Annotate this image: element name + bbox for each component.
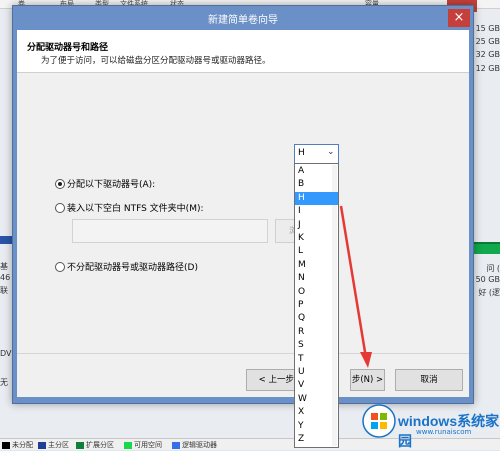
drive-letter-option-label: N — [298, 273, 305, 284]
drive-letter-option-i[interactable]: I — [295, 205, 338, 218]
dialog-content: 分配驱动器号和路径 为了便于访问，可以给磁盘分区分配驱动器号或驱动器路径。 分配… — [17, 30, 469, 397]
no-drive-letter-label[interactable]: 不分配驱动器号或驱动器路径(D) — [67, 260, 198, 273]
size-cell: 32 GB — [475, 50, 500, 59]
close-button[interactable]: × — [448, 9, 470, 27]
drive-letter-option-r[interactable]: R — [295, 326, 338, 339]
windows-logo-icon — [362, 404, 396, 438]
folder-path-input — [72, 219, 268, 243]
new-simple-volume-wizard: 新建简单卷向导 × 分配驱动器号和路径 为了便于访问，可以给磁盘分区分配驱动器号… — [12, 5, 474, 404]
partition-label: 好 (逻 — [478, 288, 500, 297]
drive-letter-option-label: V — [298, 380, 305, 391]
drive-letter-option-w[interactable]: W — [295, 393, 338, 406]
drive-letter-option-l[interactable]: L — [295, 245, 338, 258]
wizard-step-description: 为了便于访问，可以给磁盘分区分配驱动器号或驱动器路径。 — [41, 56, 271, 66]
dialog-title: 新建简单卷向导 — [208, 15, 278, 26]
drive-letter-option-label: A — [298, 166, 305, 176]
drive-letter-option-label: O — [298, 286, 306, 297]
drive-letter-option-label: S — [298, 340, 304, 351]
drive-letter-option-label: I — [298, 206, 301, 217]
wizard-step-title: 分配驱动器号和路径 — [27, 43, 109, 53]
drive-letter-option-a[interactable]: A — [295, 165, 338, 178]
partition-label: 50 GB — [475, 275, 500, 284]
drive-letter-dropdown: ABHIJKLMNOPQRSTUVWXYZ — [294, 163, 339, 448]
drive-letter-select[interactable]: H ⌄ — [294, 144, 339, 164]
partition-label: 问 ( — [486, 264, 500, 273]
disk-label: DV — [0, 349, 12, 358]
drive-letter-option-j[interactable]: J — [295, 219, 338, 232]
watermark-logo: windows系统家园 www.runaiscom — [360, 400, 500, 449]
drive-letter-option-k[interactable]: K — [295, 232, 338, 245]
drive-letter-option-y[interactable]: Y — [295, 420, 338, 433]
drive-letter-option-label: X — [298, 407, 305, 418]
drive-letter-option-label: Q — [298, 313, 306, 324]
disk-label: 联 — [0, 286, 8, 295]
assign-drive-letter-label[interactable]: 分配以下驱动器号(A): — [67, 177, 155, 190]
drive-letter-option-label: Z — [298, 434, 305, 444]
drive-letter-option-h[interactable]: H — [295, 191, 338, 205]
drive-letter-option-m[interactable]: M — [295, 259, 338, 272]
drive-letter-option-v[interactable]: V — [295, 379, 338, 392]
drive-letter-option-label: Y — [298, 420, 304, 431]
size-cell: 12 GB — [475, 64, 500, 73]
drive-letter-option-b[interactable]: B — [295, 178, 338, 191]
drive-letter-value: H — [298, 148, 305, 158]
drive-letter-option-label: W — [298, 393, 307, 404]
disk-label: 基 — [0, 262, 8, 271]
footer-divider — [17, 353, 469, 354]
drive-letter-option-n[interactable]: N — [295, 272, 338, 285]
mount-folder-radio[interactable] — [55, 203, 65, 213]
drive-letter-option-t[interactable]: T — [295, 353, 338, 366]
drive-letter-option-label: B — [298, 179, 305, 190]
size-cell: 15 GB — [475, 24, 500, 33]
drive-letter-option-label: J — [298, 219, 301, 230]
drive-letter-option-z[interactable]: Z — [295, 433, 338, 446]
drive-letter-option-s[interactable]: S — [295, 339, 338, 352]
disk-label: 无 — [0, 378, 8, 387]
cancel-button[interactable]: 取消 — [395, 369, 463, 391]
watermark-url: www.runaiscom — [416, 428, 472, 436]
no-drive-letter-radio[interactable] — [55, 262, 65, 272]
drive-letter-option-label: R — [298, 326, 305, 337]
drive-letter-option-label: L — [298, 246, 304, 257]
size-cell: 25 GB — [475, 37, 500, 46]
mount-folder-label[interactable]: 装入以下空白 NTFS 文件夹中(M): — [67, 201, 204, 214]
assign-drive-letter-radio[interactable] — [55, 179, 65, 189]
drive-letter-option-label: U — [298, 367, 305, 377]
drive-letter-option-label: H — [298, 192, 305, 203]
chevron-down-icon: ⌄ — [327, 147, 335, 157]
drive-letter-option-q[interactable]: Q — [295, 312, 338, 325]
drive-letter-option-o[interactable]: O — [295, 286, 338, 299]
drive-letter-option-x[interactable]: X — [295, 406, 338, 419]
drive-letter-option-label: P — [298, 300, 304, 310]
drive-letter-option-p[interactable]: P — [295, 299, 338, 312]
wizard-header: 分配驱动器号和路径 为了便于访问，可以给磁盘分区分配驱动器号或驱动器路径。 — [17, 30, 469, 73]
next-button[interactable]: 步(N) > — [350, 369, 385, 391]
drive-letter-option-label: T — [298, 353, 304, 364]
drive-letter-option-u[interactable]: U — [295, 366, 338, 379]
title-bar[interactable]: 新建简单卷向导 × — [13, 6, 473, 30]
drive-letter-option-label: M — [298, 259, 306, 270]
disk-label: 46 — [0, 273, 11, 282]
drive-letter-option-label: K — [298, 233, 304, 243]
partition-bar[interactable] — [470, 242, 500, 254]
